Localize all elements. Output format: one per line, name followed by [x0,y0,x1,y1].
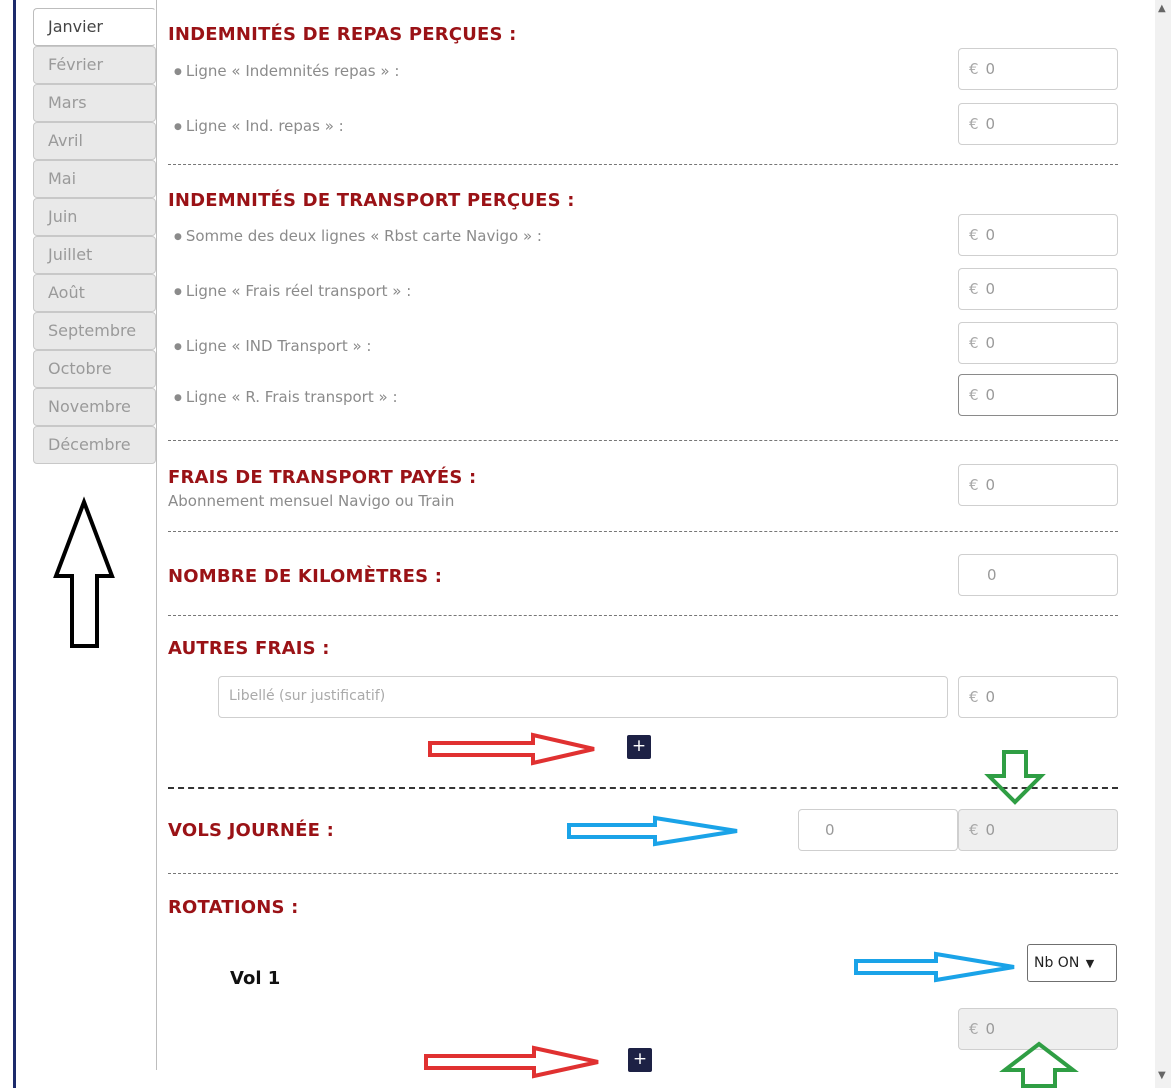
row-label-rbst-navigo: ● Somme des deux lignes « Rbst carte Navi… [174,227,542,245]
tab-avril[interactable]: Avril [33,122,156,160]
row-label-frais-reel-transport: ● Ligne « Frais réel transport » : [174,282,412,300]
divider [168,615,1118,616]
blue-right-arrow [854,951,1015,983]
section-title-frais-transport: FRAIS DE TRANSPORT PAYÉS : [168,467,477,488]
ind-transport-input[interactable]: €0 [958,322,1118,364]
vol-1-title: Vol 1 [230,968,281,989]
frais-transport-subtitle: Abonnement mensuel Navigo ou Train [168,492,455,510]
vols-count-input[interactable]: 0 [798,809,958,851]
black-up-arrow [53,496,115,648]
add-rotation-button[interactable]: + [628,1048,652,1072]
indemnites-repas-input[interactable]: €0 [958,48,1118,90]
red-right-arrow [424,1045,599,1079]
frais-transport-input[interactable]: €0 [958,464,1118,506]
row-label-ind-transport: ● Ligne « IND Transport » : [174,337,372,355]
section-title-vols-journee: VOLS JOURNÉE : [168,820,335,841]
nb-on-select[interactable]: Nb ON ▼ [1027,944,1117,982]
tab-octobre[interactable]: Octobre [33,350,156,388]
green-up-arrow [999,1041,1079,1088]
month-tabs: Janvier Février Mars Avril Mai Juin Juil… [33,8,156,464]
tab-juillet[interactable]: Juillet [33,236,156,274]
r-frais-transport-input[interactable]: €0 [958,374,1118,416]
form-content: INDEMNITÉS DE REPAS PERÇUES : ● Ligne « I… [168,0,1118,1088]
row-label-ind-repas: ● Ligne « Ind. repas » : [174,117,344,135]
divider [168,873,1118,874]
tab-novembre[interactable]: Novembre [33,388,156,426]
section-title-kilometres: NOMBRE DE KILOMÈTRES : [168,566,443,587]
vols-amount-readonly: €0 [958,809,1118,851]
tab-aout[interactable]: Août [33,274,156,312]
tab-mars[interactable]: Mars [33,84,156,122]
kilometres-input[interactable]: 0 [958,554,1118,596]
section-title-rotations: ROTATIONS : [168,897,299,918]
autres-frais-amount-input[interactable]: €0 [958,676,1118,718]
green-down-arrow [984,750,1046,805]
tab-mai[interactable]: Mai [33,160,156,198]
tab-janvier[interactable]: Janvier [33,8,156,46]
blue-right-arrow [567,815,738,847]
divider [168,531,1118,532]
red-right-arrow [428,732,595,766]
divider [168,164,1118,165]
divider [168,440,1118,441]
tab-decembre[interactable]: Décembre [33,426,156,464]
section-title-repas: INDEMNITÉS DE REPAS PERÇUES : [168,24,517,45]
section-title-transport: INDEMNITÉS DE TRANSPORT PERÇUES : [168,190,575,211]
frais-reel-transport-input[interactable]: €0 [958,268,1118,310]
tab-juin[interactable]: Juin [33,198,156,236]
ind-repas-input[interactable]: €0 [958,103,1118,145]
add-autres-frais-button[interactable]: + [627,735,651,759]
section-title-autres-frais: AUTRES FRAIS : [168,638,330,659]
tab-fevrier[interactable]: Février [33,46,156,84]
scroll-down-icon[interactable]: ▼ [1158,1070,1166,1081]
left-border-bar [13,0,16,1088]
divider [168,787,1118,789]
tabs-divider [156,0,157,1070]
vertical-scrollbar[interactable] [1155,0,1171,1088]
row-label-r-frais-transport: ● Ligne « R. Frais transport » : [174,388,398,406]
chevron-down-icon: ▼ [1085,957,1095,970]
libelle-input[interactable]: Libellé (sur justificatif) [218,676,948,718]
tab-septembre[interactable]: Septembre [33,312,156,350]
row-label-indemnites-repas: ● Ligne « Indemnités repas » : [174,62,400,80]
scroll-up-icon[interactable]: ▲ [1158,3,1166,14]
rbst-navigo-input[interactable]: €0 [958,214,1118,256]
